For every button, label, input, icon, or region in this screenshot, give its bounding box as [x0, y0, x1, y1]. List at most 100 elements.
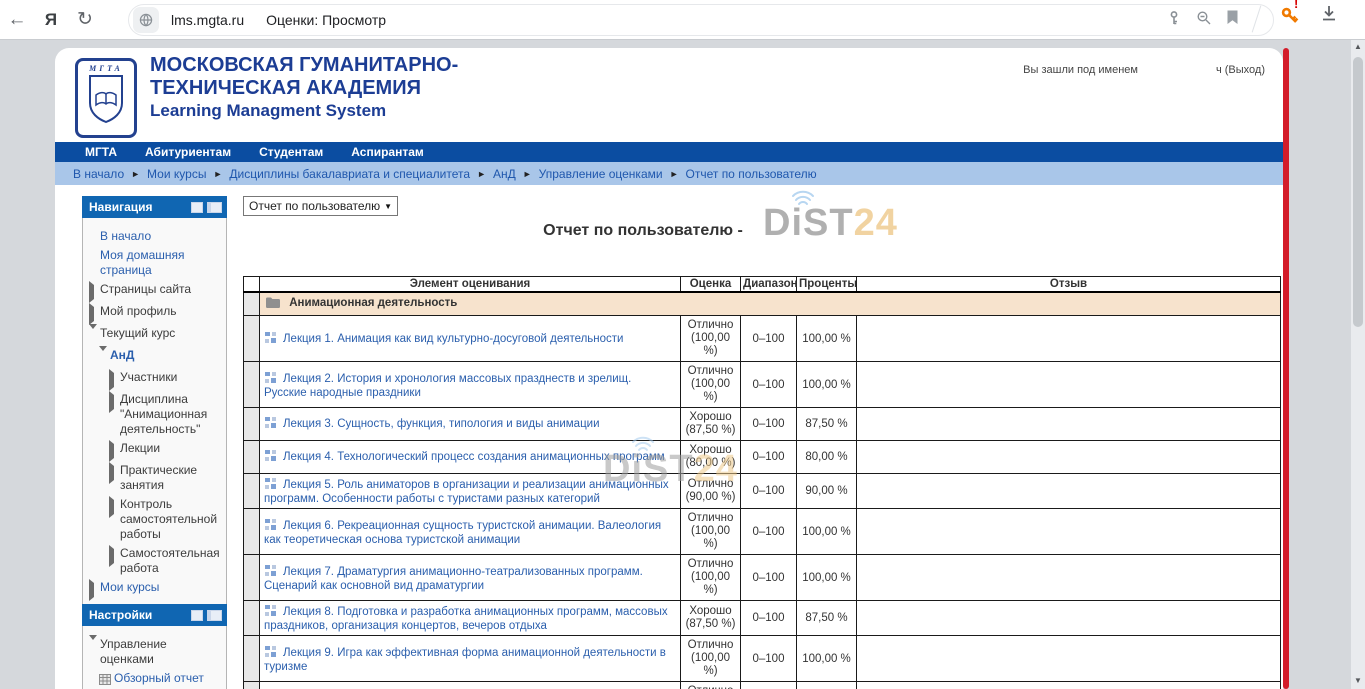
navigation-item-label[interactable]: Дисциплина "Анимационная деятельность": [120, 392, 223, 437]
breadcrumb-link[interactable]: Мои курсы: [147, 167, 206, 181]
navigation-item[interactable]: В начало: [89, 229, 223, 244]
find-page-icon[interactable]: [1196, 10, 1212, 31]
breadcrumb-link[interactable]: Управление оценками: [539, 167, 663, 181]
range-cell: 0–100: [741, 509, 797, 555]
col-header-item: Элемент оценивания: [260, 277, 681, 293]
expand-arrow-icon[interactable]: [109, 549, 120, 576]
settings-item[interactable]: Управление оценками: [89, 637, 223, 667]
collapse-block-icon[interactable]: [191, 202, 203, 213]
grade-item-link[interactable]: Лекция 8. Подготовка и разработка анимац…: [264, 606, 668, 632]
indent-cell: [244, 441, 260, 474]
breadcrumb-link[interactable]: АнД: [493, 167, 516, 181]
navigation-item-label[interactable]: Страницы сайта: [100, 282, 191, 300]
nav-link-абитуриентам[interactable]: Абитуриентам: [145, 145, 231, 159]
navigation-item[interactable]: Практические занятия: [89, 463, 223, 493]
grade-item-cell: Лекция 9. Игра как эффективная форма ани…: [260, 636, 681, 682]
password-key-icon[interactable]: [1166, 10, 1182, 31]
expand-arrow-icon[interactable]: [109, 395, 120, 437]
expand-arrow-icon[interactable]: [89, 285, 100, 300]
grade-item-link[interactable]: Лекция 2. История и хронология массовых …: [264, 373, 631, 399]
reload-icon[interactable]: ↻: [68, 0, 102, 39]
navigation-item-label[interactable]: Мой профиль: [100, 304, 177, 322]
range-cell: 0–100: [741, 362, 797, 408]
nav-link-аспирантам[interactable]: Аспирантам: [351, 145, 424, 159]
logout-link[interactable]: ч (Выход): [1216, 64, 1265, 76]
navigation-item[interactable]: Страницы сайта: [89, 282, 223, 300]
grade-item-link[interactable]: Лекция 4. Технологический процесс создан…: [283, 451, 665, 463]
page-scrollbar-accent[interactable]: [1283, 48, 1289, 689]
address-bar[interactable]: lms.mgta.ru Оценки: Просмотр: [128, 4, 1274, 36]
download-icon[interactable]: [1320, 4, 1338, 27]
navigation-item-label[interactable]: Участники: [120, 370, 177, 388]
expand-arrow-icon[interactable]: [89, 307, 100, 322]
dock-block-icon[interactable]: [207, 610, 222, 621]
report-type-select[interactable]: Отчет по пользователю▼: [243, 196, 398, 216]
lesson-icon: [264, 604, 277, 620]
navigation-item[interactable]: Самостоятельная работа: [89, 546, 223, 576]
col-header-percent: Проценты: [797, 277, 857, 293]
url-text[interactable]: lms.mgta.ru: [171, 12, 244, 28]
settings-item-label[interactable]: Управление оценками: [100, 637, 223, 667]
grade-item-link[interactable]: Лекция 1. Анимация как вид культурно-дос…: [283, 333, 623, 345]
navigation-item-label[interactable]: АнД: [110, 348, 134, 366]
navigation-item-label[interactable]: Мои курсы: [100, 580, 159, 598]
collapse-arrow-icon[interactable]: [99, 351, 110, 366]
browser-scrollbar[interactable]: ▲ ▼: [1351, 39, 1365, 689]
scroll-up-icon[interactable]: ▲: [1351, 39, 1365, 55]
expand-arrow-icon[interactable]: [109, 500, 120, 542]
grade-item-link[interactable]: Лекция 3. Сущность, функция, типология и…: [283, 418, 600, 430]
navigation-item-label[interactable]: Самостоятельная работа: [120, 546, 223, 576]
navigation-item[interactable]: АнД: [89, 348, 223, 366]
breadcrumb-link[interactable]: В начало: [73, 167, 124, 181]
page-title-text: Оценки: Просмотр: [266, 12, 386, 28]
lesson-icon: [264, 331, 277, 347]
expand-arrow-icon[interactable]: [109, 444, 120, 459]
grade-item-link[interactable]: Лекция 6. Рекреационная сущность туристс…: [264, 520, 661, 546]
feedback-cell: [857, 408, 1281, 441]
grade-item-link[interactable]: Лекция 9. Игра как эффективная форма ани…: [264, 647, 666, 673]
mgta-logo[interactable]: МГТА: [75, 58, 137, 138]
expand-arrow-icon[interactable]: [109, 373, 120, 388]
navigation-item[interactable]: Участники: [89, 370, 223, 388]
grade-row: Лекция 8. Подготовка и разработка анимац…: [244, 601, 1281, 636]
grade-item-link[interactable]: Лекция 7. Драматургия анимационно-театра…: [264, 566, 643, 592]
navigation-block: Навигация В начало Моя домашняя страница С…: [82, 196, 227, 611]
navigation-item[interactable]: Дисциплина "Анимационная деятельность": [89, 392, 223, 437]
breadcrumb-link[interactable]: Отчет по пользователю: [686, 167, 817, 181]
navigation-item-label[interactable]: В начало: [100, 229, 151, 244]
percent-cell: 87,50 %: [797, 408, 857, 441]
collapse-arrow-icon[interactable]: [89, 329, 100, 344]
grade-item-link[interactable]: Лекция 5. Роль аниматоров в организации …: [264, 479, 669, 505]
indent-cell: [244, 555, 260, 601]
navigation-item-label[interactable]: Контроль самостоятельной работы: [120, 497, 223, 542]
expand-arrow-icon[interactable]: [89, 583, 100, 598]
navigation-item-label[interactable]: Моя домашняя страница: [100, 248, 223, 278]
navigation-item[interactable]: Моя домашняя страница: [89, 248, 223, 278]
collapse-block-icon[interactable]: [191, 610, 203, 621]
navigation-item[interactable]: Лекции: [89, 441, 223, 459]
scrollbar-thumb[interactable]: [1353, 57, 1363, 327]
navigation-block-title: Навигация: [89, 200, 153, 214]
navigation-item[interactable]: Мои курсы: [89, 580, 223, 598]
breadcrumb-link[interactable]: Дисциплины бакалавриата и специалитета: [229, 167, 470, 181]
nav-link-мгта[interactable]: МГТА: [85, 145, 117, 159]
grade-row: Лекция 2. История и хронология массовых …: [244, 362, 1281, 408]
expand-arrow-icon[interactable]: [109, 466, 120, 493]
navigation-item-label[interactable]: Лекции: [120, 441, 160, 459]
back-icon[interactable]: ←: [0, 0, 34, 39]
dock-block-icon[interactable]: [207, 202, 222, 213]
settings-item[interactable]: Обзорный отчет: [89, 671, 223, 689]
settings-item-label[interactable]: Обзорный отчет: [114, 671, 204, 689]
navigation-item[interactable]: Контроль самостоятельной работы: [89, 497, 223, 542]
collapse-arrow-icon[interactable]: [89, 640, 100, 667]
navigation-item[interactable]: Мой профиль: [89, 304, 223, 322]
yandex-browser-icon[interactable]: Я: [34, 10, 68, 30]
navigation-item-label[interactable]: Практические занятия: [120, 463, 223, 493]
bookmark-icon[interactable]: [1226, 10, 1239, 30]
scroll-down-icon[interactable]: ▼: [1351, 673, 1365, 689]
navigation-item-label[interactable]: Текущий курс: [100, 326, 175, 344]
nav-link-студентам[interactable]: Студентам: [259, 145, 323, 159]
protect-password-alert-icon[interactable]: !: [1280, 6, 1298, 26]
navigation-item[interactable]: Текущий курс: [89, 326, 223, 344]
site-globe-icon[interactable]: [133, 7, 159, 33]
